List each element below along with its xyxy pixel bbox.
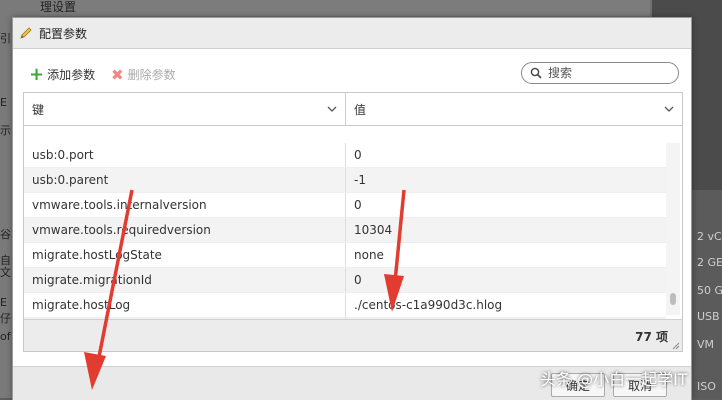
- table-row[interactable]: vmware.tools.internalversion 0: [24, 193, 666, 218]
- watermark: 头条 @小白一起学IT: [540, 370, 688, 389]
- row-value-cell[interactable]: ./centos-c1a990d3c.hlog: [346, 293, 666, 317]
- row-key-cell[interactable]: migrate.hostLog: [24, 293, 346, 317]
- table-row[interactable]: migrate.hostLog ./centos-c1a990d3c.hlog: [24, 293, 666, 318]
- table-row[interactable]: migrate.migrationId 0: [24, 268, 666, 293]
- grid-header: 键 值: [24, 93, 682, 126]
- background-left-text: E: [0, 296, 7, 309]
- background-right-text: 2 vC: [697, 230, 722, 243]
- dialog-title: 配置参数: [39, 26, 88, 41]
- background-right-text: ISO: [697, 380, 716, 393]
- row-value-cell[interactable]: 0: [346, 193, 666, 217]
- background-left-text: 示: [0, 124, 11, 137]
- search-icon: [530, 67, 542, 79]
- delete-param-button[interactable]: ✖ 删除参数: [111, 66, 176, 83]
- column-header-key-label: 键: [32, 102, 45, 117]
- table-row[interactable]: vmware.tools.requiredversion 10304: [24, 218, 666, 243]
- table-row[interactable]: usb:0.port 0: [24, 143, 666, 168]
- row-key-cell[interactable]: usb:0.port: [24, 143, 346, 167]
- delete-x-icon: ✖: [111, 65, 124, 84]
- column-header-value[interactable]: 值: [346, 93, 682, 125]
- row-value-cell[interactable]: 0: [346, 143, 666, 167]
- row-key-cell[interactable]: migrate.migrationId: [24, 268, 346, 292]
- row-value-cell[interactable]: -1: [346, 168, 666, 192]
- background-right-text: 2 GE: [697, 256, 722, 269]
- background-header: 电源管理设置: [0, 0, 650, 16]
- row-value-cell[interactable]: 0: [346, 268, 666, 292]
- chevron-down-icon[interactable]: [327, 104, 337, 114]
- row-value-cell[interactable]: 10304: [346, 218, 666, 242]
- row-key-cell[interactable]: vmware.tools.internalversion: [24, 193, 346, 217]
- background-left-text: 仔: [0, 312, 11, 325]
- resize-grip-icon[interactable]: [672, 342, 680, 350]
- background-right-text: 50 G: [697, 284, 722, 297]
- column-header-key[interactable]: 键: [24, 93, 346, 125]
- background-left-text: E: [0, 96, 7, 109]
- table-row[interactable]: usb:0.parent -1: [24, 168, 666, 193]
- chevron-down-icon[interactable]: [664, 104, 674, 114]
- add-param-button[interactable]: + 添加参数: [29, 63, 96, 85]
- background-left-text: 谷: [0, 228, 11, 241]
- add-param-label: 添加参数: [47, 68, 96, 82]
- row-key-cell[interactable]: usb:0.parent: [24, 168, 346, 192]
- search-input[interactable]: [546, 65, 670, 81]
- grid-scrollbar[interactable]: [666, 143, 680, 315]
- search-box[interactable]: [521, 62, 679, 84]
- background-right-text: VM: [697, 338, 715, 351]
- grid-body: usb:0.port 0 usb:0.parent -1 vmware.tools.in…: [24, 143, 666, 343]
- background-left-text: 引: [0, 32, 11, 45]
- config-params-dialog: 配置参数 + 添加参数 ✖ 删除参数 键 值: [12, 17, 692, 400]
- delete-param-label: 删除参数: [127, 68, 176, 82]
- pencil-icon: [20, 27, 32, 39]
- background-left-text: 文: [0, 266, 11, 279]
- grid-footer: 77 项: [24, 319, 682, 351]
- dialog-toolbar: + 添加参数 ✖ 删除参数: [13, 62, 691, 88]
- item-count: 77 项: [635, 330, 668, 344]
- dialog-titlebar[interactable]: 配置参数: [13, 18, 691, 49]
- row-key-cell[interactable]: migrate.hostLogState: [24, 243, 346, 267]
- params-grid: 键 值 usb:0.port 0 usb:0.parent -1 vmware.tool…: [23, 92, 683, 352]
- column-header-value-label: 值: [354, 102, 367, 117]
- row-key-cell[interactable]: vmware.tools.requiredversion: [24, 218, 346, 242]
- background-right-text: USB: [697, 310, 720, 323]
- scrollbar-thumb[interactable]: [670, 293, 676, 305]
- row-value-cell[interactable]: none: [346, 243, 666, 267]
- plus-icon: +: [29, 63, 45, 85]
- background-left-text: of: [0, 330, 11, 343]
- table-row[interactable]: migrate.hostLogState none: [24, 243, 666, 268]
